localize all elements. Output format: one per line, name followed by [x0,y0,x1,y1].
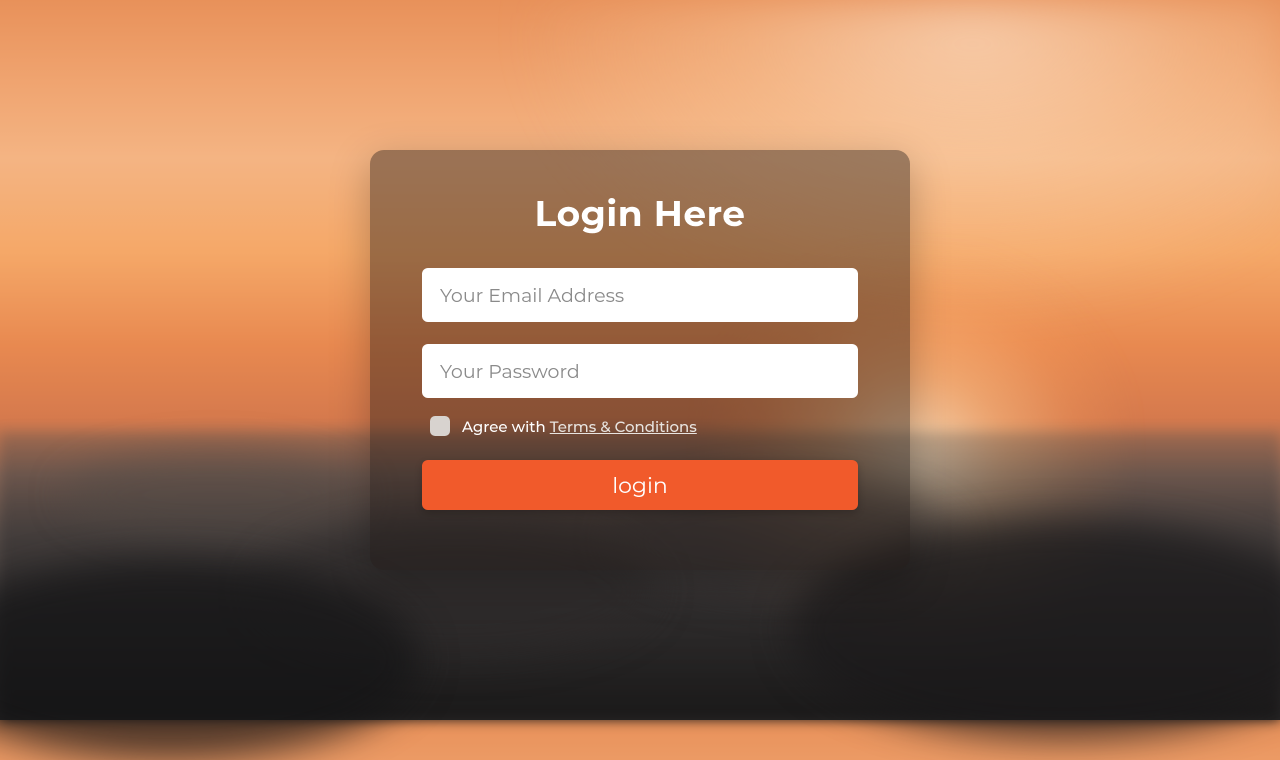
password-field[interactable] [422,344,858,398]
agree-label: Agree with Terms & Conditions [462,417,697,436]
login-button[interactable]: login [422,460,858,510]
terms-link[interactable]: Terms & Conditions [550,417,697,436]
login-title: Login Here [534,192,745,236]
agree-row: Agree with Terms & Conditions [422,416,858,436]
agree-label-prefix: Agree with [462,417,550,436]
email-field[interactable] [422,268,858,322]
agree-checkbox[interactable] [430,416,450,436]
login-card: Login Here Agree with Terms & Conditions… [370,150,910,570]
